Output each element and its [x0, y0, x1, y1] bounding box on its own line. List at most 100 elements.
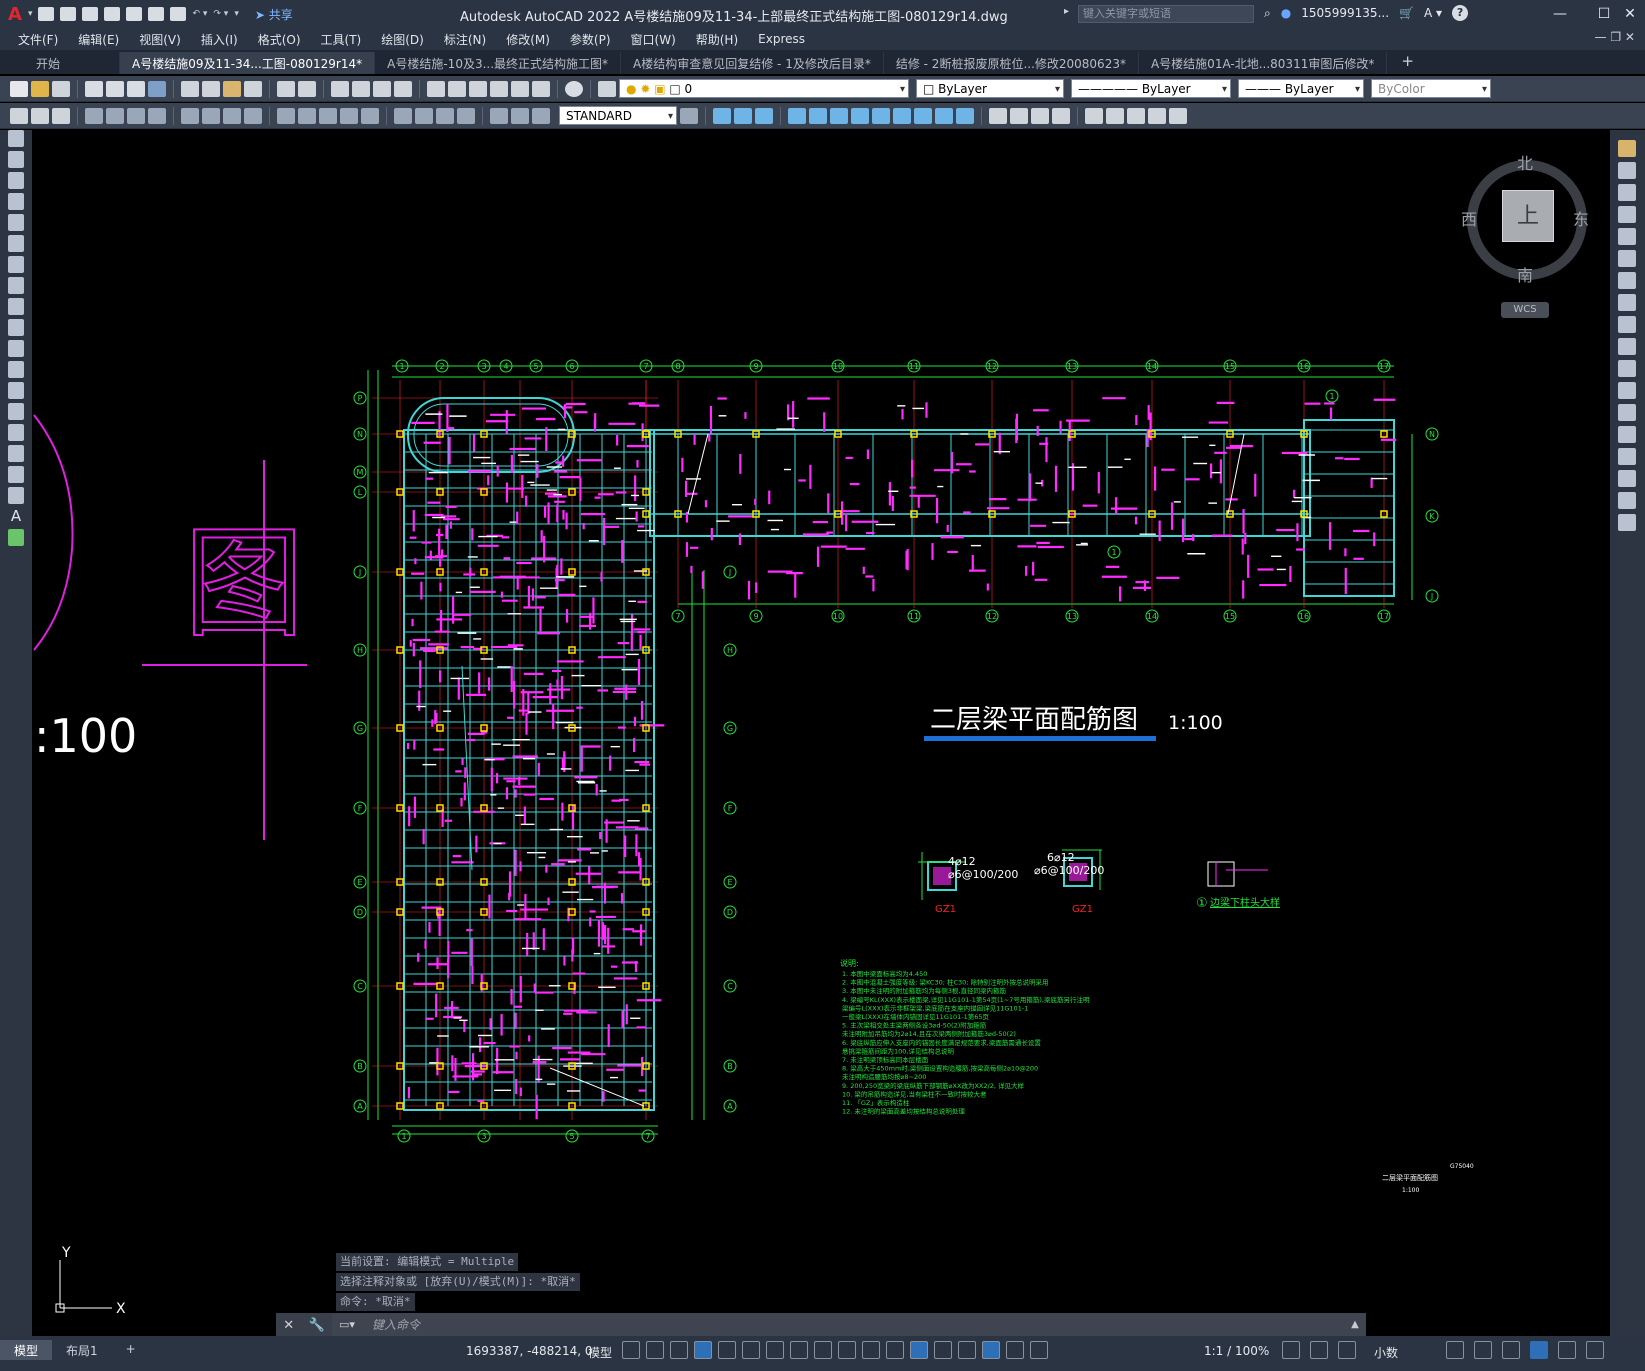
- baseline-dim-icon[interactable]: [298, 107, 316, 124]
- layer-properties-icon[interactable]: [598, 80, 616, 97]
- ucs-view-icon[interactable]: [893, 107, 911, 124]
- arc-length-dim-icon[interactable]: [127, 107, 145, 124]
- command-close-icon[interactable]: ✕: [283, 1318, 294, 1333]
- tolerance-icon[interactable]: [394, 107, 412, 124]
- wcs-menu-button[interactable]: WCS: [1501, 302, 1549, 318]
- annotation-scale-value[interactable]: 1:1 / 100%: [1204, 1344, 1269, 1358]
- maximize-button[interactable]: ☐: [1590, 3, 1618, 25]
- tab-file[interactable]: A号楼结施01A-北地...80311审图后修改*: [1139, 52, 1388, 74]
- plotstyle-dropdown[interactable]: ByColor: [1371, 79, 1491, 99]
- line-icon[interactable]: [8, 130, 24, 147]
- 3d-osnap-icon[interactable]: [886, 1341, 904, 1359]
- search-icon[interactable]: ⌕: [1264, 6, 1271, 21]
- menu-file[interactable]: 文件(F): [18, 31, 58, 48]
- diameter-dim-icon[interactable]: [223, 107, 241, 124]
- ucs-zaxis-icon[interactable]: [935, 107, 953, 124]
- cursor-coordinates[interactable]: 1693387, -488214, 0: [466, 1344, 592, 1358]
- ellipse-arc-icon[interactable]: [8, 340, 24, 357]
- move-icon[interactable]: [1618, 250, 1636, 267]
- mirror-icon[interactable]: [1618, 184, 1636, 201]
- fly-icon[interactable]: [1169, 107, 1187, 124]
- dim-break-icon[interactable]: [361, 107, 379, 124]
- 3d-dwf-icon[interactable]: [148, 80, 166, 97]
- snap-icon[interactable]: [646, 1341, 664, 1359]
- publish-icon[interactable]: [127, 80, 145, 97]
- new-file-icon[interactable]: [38, 7, 55, 21]
- object-snap-icon[interactable]: [790, 1341, 808, 1359]
- inspection-icon[interactable]: [436, 107, 454, 124]
- zoom-realtime-icon[interactable]: [352, 80, 370, 97]
- offset-icon[interactable]: [1618, 206, 1636, 223]
- customization-icon[interactable]: [1586, 1341, 1604, 1359]
- command-input[interactable]: 键入命令: [362, 1313, 1344, 1337]
- insert-block-icon[interactable]: [8, 361, 24, 378]
- break-point-icon[interactable]: [1618, 382, 1636, 399]
- dim-text-edit-icon[interactable]: [511, 107, 529, 124]
- clean-screen-icon[interactable]: [1558, 1341, 1576, 1359]
- lineweight-icon[interactable]: [814, 1341, 832, 1359]
- scale-icon[interactable]: [1618, 294, 1636, 311]
- solid-cone-icon[interactable]: [755, 107, 773, 124]
- recent-commands-icon[interactable]: ▭▾: [332, 1313, 362, 1337]
- arc-icon[interactable]: [8, 235, 24, 252]
- units-icon[interactable]: [1338, 1341, 1356, 1359]
- ordinate-dim-icon[interactable]: [148, 107, 166, 124]
- autocad-logo-icon[interactable]: A: [8, 4, 22, 25]
- search-expand-icon[interactable]: ▸: [1064, 6, 1069, 17]
- paste-icon[interactable]: [223, 80, 241, 97]
- fillet-icon[interactable]: [1618, 470, 1636, 487]
- aligned-dim-icon[interactable]: [106, 107, 124, 124]
- menu-tools[interactable]: 工具(T): [321, 31, 362, 48]
- conceptual-style-icon[interactable]: [1052, 107, 1070, 124]
- workspace-icon[interactable]: [10, 107, 28, 124]
- ucs-world-icon[interactable]: [809, 107, 827, 124]
- menu-help[interactable]: 帮助(H): [696, 31, 738, 48]
- join-icon[interactable]: [1618, 426, 1636, 443]
- dim-style-icon[interactable]: [680, 107, 698, 124]
- plot-icon[interactable]: [170, 7, 187, 21]
- compass-north[interactable]: 北: [1517, 150, 1533, 174]
- solid-box-icon[interactable]: [713, 107, 731, 124]
- compass-south[interactable]: 南: [1517, 262, 1533, 286]
- transparency-icon[interactable]: [838, 1341, 856, 1359]
- save-icon[interactable]: [52, 80, 70, 97]
- open-from-web-icon[interactable]: [126, 7, 143, 21]
- orbit-icon[interactable]: [1127, 107, 1145, 124]
- continue-dim-icon[interactable]: [319, 107, 337, 124]
- undo-icon[interactable]: ↶ ▾: [192, 9, 207, 19]
- menu-edit[interactable]: 编辑(E): [78, 31, 119, 48]
- document-window-controls[interactable]: — ❐ ✕: [1595, 30, 1635, 44]
- redo-icon[interactable]: [298, 80, 316, 97]
- save-as-icon[interactable]: [104, 7, 121, 21]
- app-menu-dropdown-icon[interactable]: ▾: [28, 9, 33, 19]
- construction-line-icon[interactable]: [8, 151, 24, 168]
- tab-file[interactable]: A楼结构审查意见回复结修 - 1及修改后目录*: [621, 52, 884, 74]
- help-icon[interactable]: ?: [1452, 5, 1469, 21]
- gradient-icon[interactable]: [8, 445, 24, 462]
- walk-icon[interactable]: [1148, 107, 1166, 124]
- dim-update-icon[interactable]: [532, 107, 550, 124]
- polyline-icon[interactable]: [8, 172, 24, 189]
- drawing-canvas[interactable]: 图 :100 1 2 3 4 5 6 7 8 9 10 11 12 13 14 15 16 17 P N M L J H G F…: [32, 130, 1610, 1336]
- autodesk-a360-icon[interactable]: A ▾: [1424, 6, 1442, 20]
- ucs-object-icon[interactable]: [872, 107, 890, 124]
- ucs-previous-icon[interactable]: [830, 107, 848, 124]
- tab-file[interactable]: 结修 - 2断桩报废原桩位...修改20080623*: [884, 52, 1139, 74]
- units-value[interactable]: 小数: [1374, 1344, 1398, 1361]
- revision-cloud-icon[interactable]: [8, 277, 24, 294]
- rotate-icon[interactable]: [1618, 272, 1636, 289]
- realistic-style-icon[interactable]: [1031, 107, 1049, 124]
- search-input[interactable]: 键入关键字或短语: [1078, 5, 1254, 23]
- quick-dim-icon[interactable]: [277, 107, 295, 124]
- redo-icon[interactable]: ↷ ▾: [213, 9, 228, 19]
- model-space-toggle[interactable]: 模型: [588, 1344, 612, 1361]
- center-mark-icon[interactable]: [415, 107, 433, 124]
- ortho-icon[interactable]: [694, 1341, 712, 1359]
- print-preview-icon[interactable]: [106, 80, 124, 97]
- viewcube[interactable]: 上 北 南 西 东 WCS: [1461, 150, 1595, 318]
- point-icon[interactable]: [8, 403, 24, 420]
- polar-icon[interactable]: [718, 1341, 736, 1359]
- selection-filter-icon[interactable]: [934, 1341, 952, 1359]
- drawing-svg[interactable]: 图 :100 1 2 3 4 5 6 7 8 9 10 11 12 13 14 15 16 17PNMLJHGF…: [32, 130, 1610, 1336]
- sheet-set-icon[interactable]: [490, 80, 508, 97]
